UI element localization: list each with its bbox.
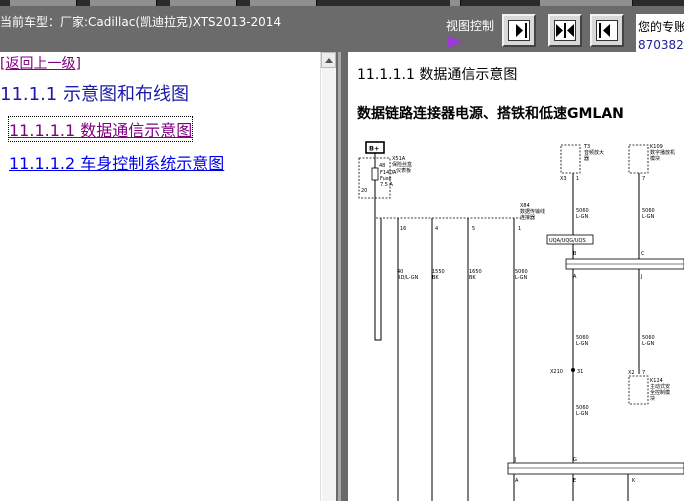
top-strip-button[interactable] bbox=[450, 0, 461, 6]
radio-module bbox=[628, 144, 649, 174]
split-arrows-icon bbox=[556, 23, 574, 38]
svg-text:B: B bbox=[573, 251, 577, 257]
svg-text:5: 5 bbox=[472, 226, 475, 232]
svg-text:X3: X3 bbox=[560, 176, 567, 182]
svg-text:BK: BK bbox=[469, 275, 476, 281]
account-panel: 您的专账 8703820 bbox=[636, 14, 684, 52]
nav-item-body-control[interactable]: 11.1.1.2 车身控制系统示意图 bbox=[9, 150, 224, 174]
svg-text:J: J bbox=[640, 274, 642, 280]
top-strip-button[interactable] bbox=[540, 0, 633, 6]
split-view-button[interactable] bbox=[548, 14, 582, 47]
svg-text:G: G bbox=[573, 457, 577, 463]
svg-text:20: 20 bbox=[361, 188, 367, 194]
splice-point bbox=[571, 368, 575, 372]
top-strip-button[interactable] bbox=[90, 0, 157, 6]
arrow-left-icon bbox=[599, 23, 610, 38]
back-link[interactable]: [返回上一级] bbox=[0, 53, 81, 73]
svg-text:保险丝盒: 保险丝盒 bbox=[392, 161, 412, 168]
svg-text:模块: 模块 bbox=[650, 155, 660, 162]
top-strip-button[interactable] bbox=[10, 0, 77, 6]
svg-text:48: 48 bbox=[379, 163, 385, 169]
svg-text:L-GN: L-GN bbox=[642, 341, 655, 347]
current-vehicle-title: 当前车型：厂家:Cadillac(凯迪拉克)XTS2013-2014 bbox=[0, 15, 282, 29]
svg-text:L-GN: L-GN bbox=[576, 341, 589, 347]
content-pane: 11.1.1.1 数据通信示意图 数据链路连接器电源、搭铁和低速GMLAN B+… bbox=[348, 52, 684, 501]
nav-scrollbar[interactable] bbox=[320, 52, 336, 501]
pane-splitter[interactable] bbox=[336, 52, 348, 501]
arrow-right-icon bbox=[516, 23, 527, 38]
play-arrow-icon[interactable] bbox=[448, 36, 463, 48]
svg-text:X210: X210 bbox=[550, 369, 563, 375]
svg-text:16: 16 bbox=[400, 226, 406, 232]
svg-text:连接器: 连接器 bbox=[520, 214, 535, 221]
top-toolbar: 当前车型：厂家:Cadillac(凯迪拉克)XTS2013-2014 视图控制 … bbox=[0, 0, 684, 52]
svg-text:器: 器 bbox=[584, 156, 589, 162]
svg-text:L-GN: L-GN bbox=[642, 214, 655, 220]
svg-text:K: K bbox=[632, 478, 636, 484]
svg-text:A: A bbox=[573, 274, 577, 280]
svg-text:7: 7 bbox=[642, 176, 645, 182]
svg-text:A: A bbox=[515, 478, 519, 484]
expand-left-button[interactable] bbox=[590, 14, 624, 47]
fuse-icon bbox=[371, 167, 379, 181]
svg-text:X2: X2 bbox=[628, 370, 635, 376]
svg-text:J: J bbox=[514, 457, 516, 463]
svg-text:7: 7 bbox=[642, 370, 645, 376]
svg-text:全控制模: 全控制模 bbox=[650, 389, 670, 396]
svg-text:L-GN: L-GN bbox=[576, 214, 589, 220]
navigation-pane: [返回上一级] 11.1.1 示意图和布线图 11.1.1.1 数据通信示意图 … bbox=[0, 52, 320, 501]
top-button-strip bbox=[0, 0, 684, 6]
nav-item-data-communication[interactable]: 11.1.1.1 数据通信示意图 bbox=[7, 116, 194, 142]
section-heading: 11.1.1 示意图和布线图 bbox=[0, 84, 189, 105]
top-strip-button[interactable] bbox=[250, 0, 317, 6]
svg-text:4: 4 bbox=[435, 226, 438, 232]
svg-text:UQA/UQG/UQS: UQA/UQG/UQS bbox=[549, 238, 586, 244]
expand-right-button[interactable] bbox=[502, 14, 536, 47]
svg-text:BK: BK bbox=[432, 275, 439, 281]
svg-text:主动式安: 主动式安 bbox=[650, 383, 670, 390]
view-control-label: 视图控制 bbox=[446, 19, 495, 33]
svg-text:31: 31 bbox=[577, 369, 583, 375]
svg-text:C: C bbox=[641, 251, 645, 257]
svg-text:数字播放机: 数字播放机 bbox=[650, 149, 675, 156]
svg-text:7.5 A: 7.5 A bbox=[380, 182, 394, 188]
power-label: B+ bbox=[369, 145, 379, 153]
scrollbar-thumb[interactable] bbox=[321, 68, 336, 501]
scroll-up-button[interactable] bbox=[321, 52, 336, 68]
svg-text:块: 块 bbox=[650, 395, 655, 402]
svg-text:数据传输线: 数据传输线 bbox=[520, 208, 545, 215]
wiring-diagram: B+ X51A 保险丝盒 – 仪表板 48 F14DA Fuse 7.5 A 2… bbox=[358, 141, 684, 501]
svg-text:E: E bbox=[573, 478, 576, 484]
svg-text:1: 1 bbox=[518, 226, 521, 232]
svg-text:音频放大: 音频放大 bbox=[584, 149, 604, 156]
audio-amplifier-module bbox=[560, 144, 581, 174]
svg-text:L-GN: L-GN bbox=[576, 411, 589, 417]
active-safety-module bbox=[628, 375, 649, 405]
svg-text:L-GN: L-GN bbox=[515, 275, 528, 281]
svg-text:RD/L-GN: RD/L-GN bbox=[397, 275, 419, 281]
account-label: 您的专账 bbox=[638, 20, 684, 34]
harness-connector-bottom bbox=[507, 462, 684, 475]
svg-text:1: 1 bbox=[576, 176, 579, 182]
account-number[interactable]: 8703820 bbox=[638, 38, 684, 52]
top-strip-button[interactable] bbox=[170, 0, 237, 6]
